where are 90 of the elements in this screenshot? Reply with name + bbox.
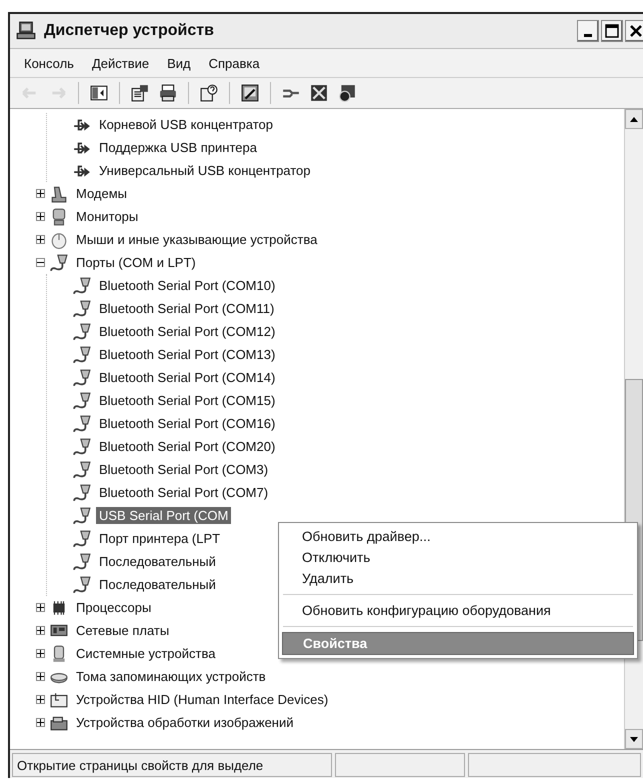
tree-item[interactable]: Универсальный USB концентратор [96,162,314,179]
expander-button[interactable] [36,212,45,221]
menu-item[interactable]: Обновить драйвер... [282,526,634,547]
modem-icon [50,184,68,202]
port-connector-icon [73,438,91,456]
plus-icon [37,627,44,634]
menu-item[interactable]: Консоль [16,52,82,74]
maximize-icon [605,24,619,38]
port-connector-icon [73,322,91,340]
menu-item[interactable]: Вид [159,52,199,74]
help-icon [200,84,218,102]
down-arrow-icon [630,736,638,742]
tree-item[interactable]: Bluetooth Serial Port (COM15) [96,392,278,409]
expander-button[interactable] [36,258,45,267]
plus-icon [37,604,44,611]
plus-icon [37,719,44,726]
x-mark-icon [310,84,328,102]
menu-item[interactable]: Справка [200,52,268,74]
tree-item[interactable]: Bluetooth Serial Port (COM3) [96,461,272,478]
port-connector-icon [73,392,91,410]
status-text: Открытие страницы свойств для выделе [12,753,332,777]
tree-item[interactable]: Последовательный [96,553,219,570]
window-title: Диспетчер устройств [44,22,215,40]
tree-item[interactable]: Тома запоминающих устройств [73,668,269,685]
tree-item[interactable]: Bluetooth Serial Port (COM20) [96,438,278,455]
printer-icon [159,84,177,102]
tree-item[interactable]: Модемы [73,185,130,202]
minimize-icon [584,34,592,36]
expander-button[interactable] [36,626,45,635]
plus-icon [37,236,44,243]
plus-icon [37,696,44,703]
tree-item[interactable]: Устройства обработки изображений [73,714,297,731]
close-button[interactable] [625,20,643,42]
menu-item[interactable]: Действие [84,52,158,74]
menu-item[interactable]: Свойства [282,632,634,655]
plus-icon [37,650,44,657]
tree-item[interactable]: Поддержка USB принтера [96,139,260,156]
expander-button[interactable] [36,718,45,727]
menu-item[interactable]: Отключить [282,547,634,568]
plus-icon [37,213,44,220]
port-connector-icon [73,460,91,478]
plus-icon [37,673,44,680]
tree-item[interactable]: Мыши и иные указывающие устройства [73,231,320,248]
port-connector-icon [73,300,91,318]
tree-item[interactable]: Bluetooth Serial Port (COM14) [96,369,278,386]
port-connector-icon [73,414,91,432]
expander-button[interactable] [36,672,45,681]
tree-item[interactable]: Последовательный [96,576,219,593]
up-arrow-icon [630,116,638,122]
tree-item[interactable]: USB Serial Port (COM [96,507,232,524]
port-connector-icon [73,576,91,594]
tree-item[interactable]: Сетевые платы [73,622,172,639]
plus-icon [37,190,44,197]
tree-item[interactable]: Корневой USB концентратор [96,116,276,133]
tree-item[interactable]: Мониторы [73,208,142,225]
port-connector-icon [73,552,91,570]
minimize-button[interactable] [577,20,599,42]
tree-item[interactable]: Системные устройства [73,645,218,662]
expander-button[interactable] [36,603,45,612]
panel-icon [90,84,108,102]
tree-item[interactable]: Bluetooth Serial Port (COM7) [96,484,272,501]
tree-item[interactable]: Bluetooth Serial Port (COM11) [96,300,278,317]
maximize-button[interactable] [601,20,623,42]
tree-item[interactable]: Порты (COM и LPT) [73,254,199,271]
mouse-icon [50,230,68,248]
expander-button[interactable] [36,649,45,658]
minus-icon [37,259,44,266]
expander-button[interactable] [36,189,45,198]
expander-button[interactable] [36,695,45,704]
port-connector-icon [73,530,91,548]
computer-icon [16,21,36,41]
close-icon [630,25,642,37]
port-connector-icon [73,346,91,364]
tree-item[interactable]: Порт принтера (LPT [96,530,224,547]
port-connector-icon [73,276,91,294]
tree-item[interactable]: Bluetooth Serial Port (COM10) [96,277,278,294]
tree-item[interactable]: Устройства HID (Human Interface Devices) [73,691,332,708]
port-connector-icon [50,254,68,272]
monitor-icon [50,208,68,226]
tree-item[interactable]: Процессоры [73,599,154,616]
tree-item[interactable]: Bluetooth Serial Port (COM12) [96,323,278,340]
port-connector-icon [73,484,91,502]
properties-sheet-icon [131,84,149,102]
port-connector-icon [73,368,91,386]
tree-item[interactable]: Bluetooth Serial Port (COM16) [96,415,278,432]
tree-item[interactable]: Bluetooth Serial Port (COM13) [96,346,278,363]
menu-item[interactable]: Обновить конфигурацию оборудования [282,600,634,621]
port-connector-icon [73,506,91,524]
menu-item[interactable]: Удалить [282,568,634,589]
expander-button[interactable] [36,235,45,244]
